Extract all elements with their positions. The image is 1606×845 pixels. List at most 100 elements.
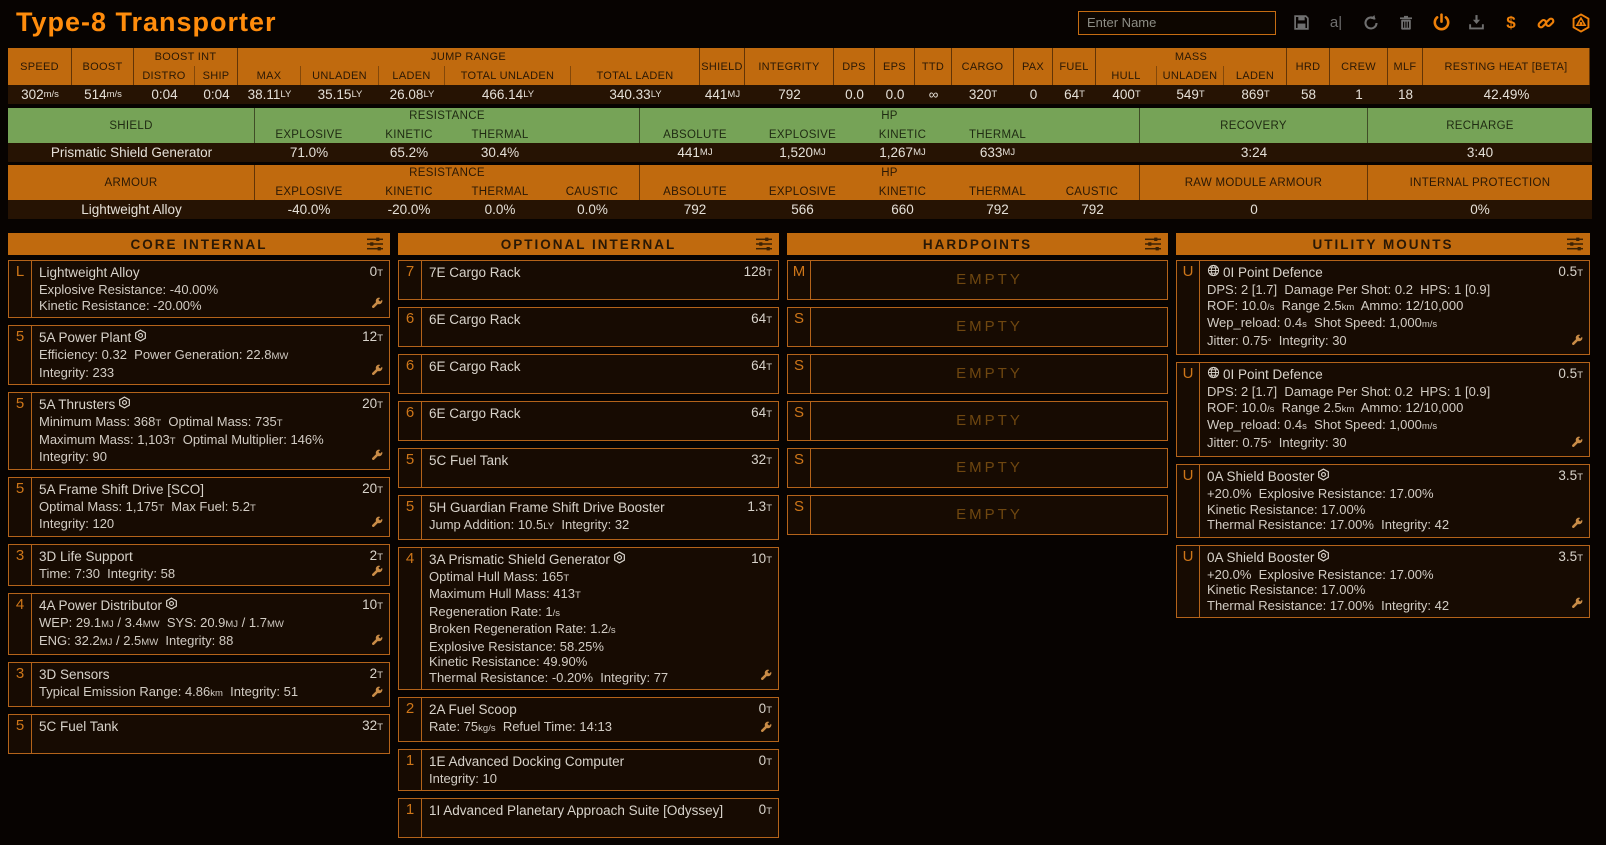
module-title-row: 5A Frame Shift Drive [SCO] 20T bbox=[39, 480, 383, 499]
module-mass: 20T bbox=[362, 480, 383, 496]
armour-hp-value-3: 792 bbox=[950, 200, 1045, 219]
filter-icon[interactable] bbox=[1144, 237, 1162, 254]
module-name-text: 5A Thrusters bbox=[39, 397, 116, 412]
module-body: 3A Prismatic Shield Generator 10T Optimal … bbox=[422, 548, 778, 690]
shipyard-icon[interactable] bbox=[1570, 12, 1592, 34]
module-0i-point-defence[interactable]: U 0I Point Defence 0.5T DPS: 2 [1.7] Damage… bbox=[1176, 362, 1590, 457]
module-name: 0A Shield Booster bbox=[1207, 548, 1330, 567]
module-1i-advanced-planetary-approach-suite-odyssey[interactable]: 1 1I Advanced Planetary Approach Suite [O… bbox=[398, 798, 779, 838]
stat-label-fuel: FUEL bbox=[1053, 48, 1096, 85]
module-empty[interactable]: S EMPTY bbox=[787, 307, 1168, 347]
module-5a-frame-shift-drive-sco[interactable]: 5 5A Frame Shift Drive [SCO] 20T Optimal Ma… bbox=[8, 476, 390, 537]
shield-hp-value-3: 633 MJ bbox=[950, 143, 1045, 162]
module-lightweight-alloy[interactable]: L Lightweight Alloy 0T Explosive Resistance… bbox=[8, 260, 390, 318]
rename-icon[interactable]: a| bbox=[1325, 12, 1347, 34]
wrench-icon[interactable] bbox=[371, 685, 383, 703]
module-name-text: 6E Cargo Rack bbox=[429, 359, 521, 374]
module-name: Lightweight Alloy bbox=[39, 263, 140, 282]
wrench-icon[interactable] bbox=[371, 633, 383, 651]
module-3d-sensors[interactable]: 3 3D Sensors 2T Typical Emission Range: 4.8… bbox=[8, 662, 390, 707]
module-empty[interactable]: S EMPTY bbox=[787, 401, 1168, 441]
module-body: 6E Cargo Rack 64T bbox=[422, 355, 778, 393]
module-empty[interactable]: S EMPTY bbox=[787, 448, 1168, 488]
wrench-icon[interactable] bbox=[371, 448, 383, 466]
slot-class-label: S bbox=[788, 449, 811, 487]
delete-icon[interactable] bbox=[1395, 12, 1417, 34]
filter-icon[interactable] bbox=[366, 237, 384, 254]
module-5c-fuel-tank[interactable]: 5 5C Fuel Tank 32T bbox=[8, 713, 390, 754]
module-2a-fuel-scoop[interactable]: 2 2A Fuel Scoop 0T Rate: 75kg/s Refuel Time… bbox=[398, 697, 779, 742]
power-icon[interactable] bbox=[1430, 12, 1452, 34]
module-stat-line: Minimum Mass: 368T Optimal Mass: 735T bbox=[39, 414, 283, 429]
module-mass: 10T bbox=[362, 597, 383, 612]
stat-value-laden: 869 T bbox=[1224, 85, 1287, 104]
topbar: Type-8 Transporter a| $ bbox=[0, 0, 1606, 45]
module-5h-guardian-frame-shift-drive-booster[interactable]: 5 5H Guardian Frame Shift Drive Booster 1.… bbox=[398, 495, 779, 540]
module-stat-line: Kinetic Resistance: 49.90% bbox=[429, 654, 588, 669]
ship-name-input[interactable] bbox=[1078, 10, 1276, 35]
armour-hp-value-2: 660 bbox=[855, 200, 950, 219]
reload-icon[interactable] bbox=[1360, 12, 1382, 34]
wrench-icon[interactable] bbox=[371, 363, 383, 381]
module-0i-point-defence[interactable]: U 0I Point Defence 0.5T DPS: 2 [1.7] Damage… bbox=[1176, 260, 1590, 355]
stat-value-unladen: 35.15 LY bbox=[301, 85, 379, 104]
filter-icon[interactable] bbox=[755, 237, 773, 254]
wrench-icon[interactable] bbox=[760, 720, 772, 738]
slot-class-label: M bbox=[788, 261, 811, 299]
armour-res-thermal: THERMAL bbox=[455, 182, 545, 200]
shield-resistance-label: RESISTANCE bbox=[255, 108, 640, 125]
module-empty[interactable]: M EMPTY bbox=[787, 260, 1168, 300]
shield-hp-blank bbox=[1045, 125, 1140, 143]
empty-slot: EMPTY bbox=[811, 449, 1167, 487]
module-5a-power-plant[interactable]: 5 5A Power Plant 12T Efficiency: 0.32 Power… bbox=[8, 325, 390, 385]
permalink-icon[interactable] bbox=[1535, 12, 1557, 34]
import-icon[interactable] bbox=[1465, 12, 1487, 34]
price-icon[interactable]: $ bbox=[1500, 12, 1522, 34]
module-0a-shield-booster[interactable]: U 0A Shield Booster 3.5T +20.0% Explosive R… bbox=[1176, 544, 1590, 618]
module-empty[interactable]: S EMPTY bbox=[787, 495, 1168, 535]
shield-extra-recovery: RECOVERY bbox=[1140, 108, 1368, 143]
module-body: 5A Frame Shift Drive [SCO] 20T Optimal Mas… bbox=[32, 478, 389, 536]
module-stat-line: Efficiency: 0.32 Power Generation: 22.8M… bbox=[39, 347, 289, 362]
module-stat-line: DPS: 2 [1.7] Damage Per Shot: 0.2 HPS: 1… bbox=[1207, 384, 1491, 399]
module-stat-line: Explosive Resistance: -40.00% bbox=[39, 282, 219, 297]
module-3d-life-support[interactable]: 3 3D Life Support 2T Time: 7:30 Integrity: … bbox=[8, 543, 390, 586]
save-icon[interactable] bbox=[1290, 12, 1312, 34]
module-stat-line: Rate: 75kg/s Refuel Time: 14:13 bbox=[429, 719, 612, 734]
shield-res-value-2: 30.4% bbox=[455, 143, 545, 162]
stat-label-integrity: INTEGRITY bbox=[745, 48, 834, 85]
module-5a-thrusters[interactable]: 5 5A Thrusters 20T Minimum Mass: 368T Optim… bbox=[8, 392, 390, 470]
module-7e-cargo-rack[interactable]: 7 7E Cargo Rack 128T bbox=[398, 260, 779, 300]
module-6e-cargo-rack[interactable]: 6 6E Cargo Rack 64T bbox=[398, 401, 779, 441]
wrench-icon[interactable] bbox=[1571, 435, 1583, 453]
module-stat-line: Thermal Resistance: 17.00% Integrity: 42 bbox=[1207, 597, 1450, 613]
module-body: 5C Fuel Tank 32T bbox=[422, 449, 778, 487]
module-5c-fuel-tank[interactable]: 5 5C Fuel Tank 32T bbox=[398, 448, 779, 488]
module-3a-prismatic-shield-generator[interactable]: 4 3A Prismatic Shield Generator 10T Optimal… bbox=[398, 546, 779, 690]
wrench-icon[interactable] bbox=[371, 515, 383, 533]
armour-res-caustic: CAUSTIC bbox=[545, 182, 640, 200]
armour-hp-value-0: 792 bbox=[640, 200, 750, 219]
stats-bar: SPEED 302 m/s BOOST 514 m/s BOOST INT DISTRO SHI… bbox=[8, 48, 1606, 104]
filter-icon[interactable] bbox=[1566, 237, 1584, 254]
module-mass: 64T bbox=[751, 358, 772, 373]
wrench-icon[interactable] bbox=[1571, 333, 1583, 351]
stat-label-mlf: MLF bbox=[1388, 48, 1423, 85]
wrench-icon[interactable] bbox=[1571, 596, 1583, 614]
engineered-icon bbox=[165, 597, 178, 614]
wrench-icon[interactable] bbox=[371, 564, 383, 582]
module-empty[interactable]: S EMPTY bbox=[787, 354, 1168, 394]
wrench-icon[interactable] bbox=[760, 668, 772, 686]
module-4a-power-distributor[interactable]: 4 4A Power Distributor 10T WEP: 29.1MJ / 3.… bbox=[8, 593, 390, 655]
slot-class-label: 7 bbox=[399, 261, 422, 299]
module-0a-shield-booster[interactable]: U 0A Shield Booster 3.5T +20.0% Explosive R… bbox=[1176, 464, 1590, 538]
wrench-icon[interactable] bbox=[1571, 516, 1583, 534]
module-1e-advanced-docking-computer[interactable]: 1 1E Advanced Docking Computer 0T Integrity… bbox=[398, 748, 779, 791]
module-6e-cargo-rack[interactable]: 6 6E Cargo Rack 64T bbox=[398, 354, 779, 394]
stat-value-speed: 302 m/s bbox=[8, 85, 72, 104]
module-6e-cargo-rack[interactable]: 6 6E Cargo Rack 64T bbox=[398, 307, 779, 347]
wrench-icon[interactable] bbox=[371, 296, 383, 314]
module-stat-line: Integrity: 10 bbox=[429, 770, 497, 786]
module-mass: 64T bbox=[751, 311, 772, 326]
module-name: 6E Cargo Rack bbox=[429, 357, 521, 376]
